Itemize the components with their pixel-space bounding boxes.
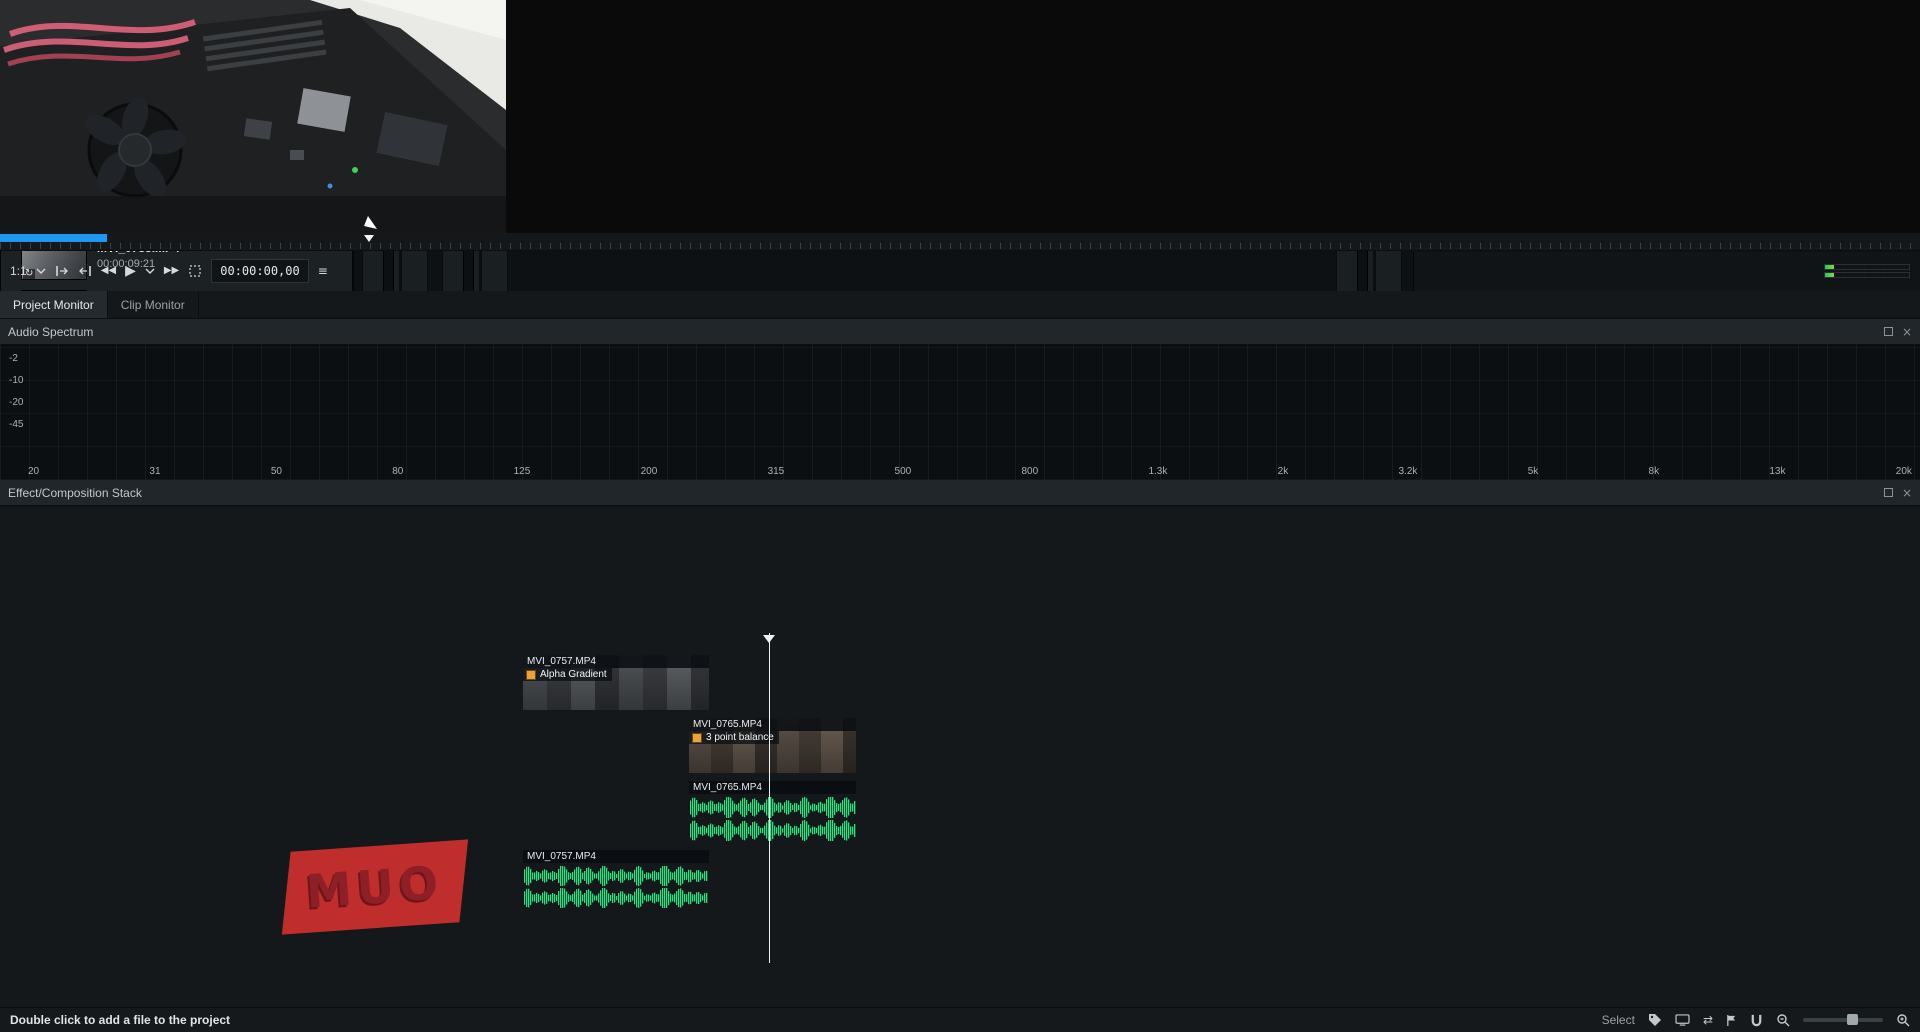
audio-waveform	[523, 865, 709, 887]
clip-effect-name: Alpha Gradient	[540, 669, 607, 680]
zoom-out-icon[interactable]	[1776, 1013, 1790, 1027]
muo-watermark: MUO	[282, 839, 468, 934]
zoom-in-icon[interactable]	[1896, 1013, 1910, 1027]
tab-project-monitor[interactable]: Project Monitor	[0, 291, 108, 318]
audio-level-meter	[1824, 264, 1910, 278]
monitor-zone-bar[interactable]	[0, 234, 107, 242]
tab-clip-monitor[interactable]: Clip Monitor	[108, 291, 199, 318]
effect-stack-body: MUO	[0, 506, 1920, 1032]
timeline-clip-audio[interactable]: MVI_0765.MP4	[687, 779, 858, 844]
marker-flag-icon[interactable]	[1726, 1014, 1737, 1027]
audio-waveform	[689, 819, 856, 842]
snap-magnet-icon[interactable]	[1750, 1014, 1763, 1027]
effect-chip-icon	[692, 733, 702, 743]
audio-spectrum-graph: -2 -10 -20 -45 2031 5080 125200 315500 8…	[0, 345, 1920, 480]
monitor-timecode[interactable]: 00:00:00,00	[211, 259, 308, 283]
undock-icon[interactable]	[1884, 327, 1893, 336]
timeline-clip-video[interactable]: MVI_0757.MP4 Alpha Gradient	[521, 653, 711, 712]
monitor-toolbar: 1:1 ◀◀ ▶ ▶▶ 00:00:00,00 ≡	[0, 251, 1920, 291]
chevron-down-icon[interactable]	[145, 268, 155, 274]
audio-waveform	[523, 887, 709, 909]
kdenlive-window: Untitled */ HD 1080p 29.97 fps - Kdenliv…	[0, 0, 1920, 1032]
chevron-down-icon[interactable]	[36, 268, 46, 274]
effect-stack-title: Effect/Composition Stack	[8, 486, 142, 500]
playhead[interactable]	[769, 633, 770, 963]
timeline-clip-video[interactable]: MVI_0765.MP4 3 point balance	[687, 716, 858, 775]
timeline-clip-audio[interactable]: MVI_0757.MP4	[521, 848, 711, 911]
monitor-seek-ruler[interactable]	[0, 233, 1920, 251]
status-hint: Double click to add a file to the projec…	[10, 1013, 230, 1027]
audio-spectrum-title: Audio Spectrum	[8, 325, 93, 339]
clip-name: MVI_0765.MP4	[689, 718, 856, 731]
video-frame	[0, 0, 506, 233]
active-tool-label: Select	[1602, 1013, 1635, 1027]
zone-crop-icon[interactable]	[188, 264, 202, 278]
close-panel-icon[interactable]: ×	[1902, 487, 1912, 499]
clip-name: MVI_0765.MP4	[689, 781, 856, 794]
zone-start-icon[interactable]	[55, 265, 69, 277]
fit-zoom-icon[interactable]: ⇄	[1703, 1014, 1713, 1026]
frequency-axis: 2031 5080 125200 315500 8001.3k 2k3.2k 5…	[28, 466, 1912, 477]
monitor-menu-icon[interactable]: ≡	[318, 265, 328, 277]
close-panel-icon[interactable]: ×	[1902, 326, 1912, 338]
undock-icon[interactable]	[1884, 488, 1893, 497]
monitor-playhead-marker[interactable]	[364, 235, 374, 242]
rewind-icon[interactable]: ◀◀	[101, 266, 116, 276]
clip-name: MVI_0757.MP4	[523, 655, 709, 668]
monitor-column: 1:1 ◀◀ ▶ ▶▶ 00:00:00,00 ≡ Project Monito…	[0, 0, 506, 956]
project-monitor-video[interactable]	[0, 0, 1920, 233]
clip-effect-name: 3 point balance	[706, 732, 774, 743]
tag-icon[interactable]	[1648, 1013, 1662, 1027]
clip-name: MVI_0757.MP4	[523, 850, 709, 863]
monitor-overlay-icon[interactable]	[1675, 1014, 1690, 1026]
monitor-zoom-level[interactable]: 1:1	[10, 264, 27, 278]
statusbar: Double click to add a file to the projec…	[0, 1007, 1920, 1032]
play-icon[interactable]: ▶	[125, 264, 136, 278]
timeline-zoom-slider[interactable]	[1803, 1018, 1883, 1022]
forward-icon[interactable]: ▶▶	[164, 266, 179, 276]
zone-end-icon[interactable]	[78, 265, 92, 277]
effect-chip-icon	[526, 670, 536, 680]
audio-waveform	[689, 796, 856, 819]
zoom-slider-handle[interactable]	[1847, 1014, 1858, 1025]
